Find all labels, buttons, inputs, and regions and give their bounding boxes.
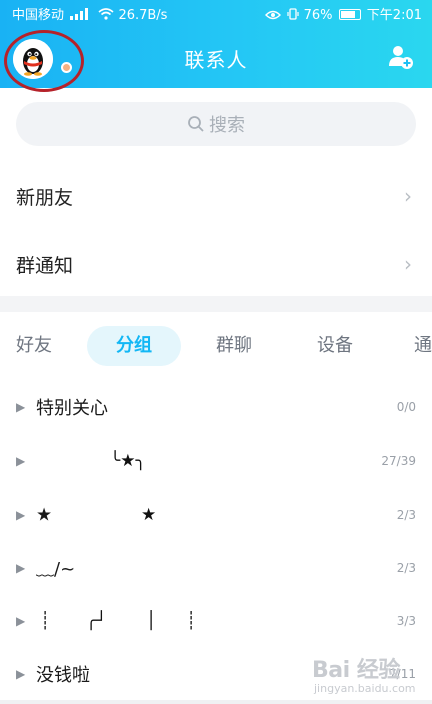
group-name: 特别关心	[36, 398, 108, 419]
chevron-right-icon: ›	[404, 184, 412, 208]
qq-penguin-icon	[13, 39, 53, 79]
list-item[interactable]: ▶ ★ ★ 2/3	[0, 488, 432, 542]
vibrate-icon	[287, 8, 300, 24]
group-name-symbol: ┊	[40, 611, 51, 631]
battery-icon	[338, 9, 361, 20]
expand-triangle-icon: ▶	[16, 561, 26, 575]
battery-percent: 76%	[303, 8, 333, 23]
group-notice-label: 群通知	[16, 254, 74, 277]
tab-groups[interactable]: 分组	[87, 326, 181, 366]
list-item[interactable]: ▶ 特别关心 0/0	[0, 380, 432, 434]
list-item[interactable]: ▶ ﹏/~ 2/3	[0, 541, 432, 595]
list-item[interactable]: ▶ ┊ ╭┘ │ ┊ 3/3	[0, 594, 432, 648]
tab-group-chats[interactable]: 群聊	[216, 322, 252, 370]
group-count: 2/3	[396, 508, 416, 522]
section-divider	[0, 296, 432, 312]
tab-friends[interactable]: 好友	[16, 322, 52, 370]
new-friends-label: 新朋友	[16, 186, 74, 209]
expand-triangle-icon: ▶	[16, 614, 26, 628]
search-icon	[188, 116, 204, 132]
status-dot	[61, 62, 72, 73]
add-contact-icon[interactable]	[388, 44, 414, 70]
new-friends-row[interactable]: 新朋友 ›	[0, 162, 432, 230]
signal-icon	[70, 8, 92, 24]
expand-triangle-icon: ▶	[16, 508, 26, 522]
net-speed: 26.7B/s	[118, 8, 168, 23]
avatar[interactable]	[13, 39, 53, 79]
group-name: ﹏/~	[36, 559, 76, 580]
eye-icon	[265, 9, 282, 24]
group-name-symbol: ┊	[186, 611, 197, 631]
wifi-icon	[98, 8, 114, 24]
profile-avatar-area[interactable]	[4, 30, 88, 96]
group-name-symbol: │	[146, 611, 157, 631]
carrier-label: 中国移动	[12, 8, 65, 23]
chevron-right-icon: ›	[404, 252, 412, 276]
divider	[0, 700, 432, 704]
list-item[interactable]: ▶ 没钱啦 7/11	[0, 647, 432, 701]
expand-triangle-icon: ▶	[16, 667, 26, 681]
group-count: 2/3	[396, 561, 416, 575]
expand-triangle-icon: ▶	[16, 454, 26, 468]
search-input[interactable]: 搜索	[16, 102, 416, 146]
list-item[interactable]: ▶ ╰★╮ 27/39	[0, 434, 432, 488]
status-bar: 中国移动 26.7B/s 76% 下午2:01	[0, 0, 432, 24]
group-count: 7/11	[389, 667, 416, 681]
expand-triangle-icon: ▶	[16, 400, 26, 414]
group-name-symbol: ╰★╮	[110, 451, 146, 471]
clock: 下午2:01	[366, 8, 422, 23]
group-name: ★	[36, 504, 53, 526]
group-count: 27/39	[381, 454, 416, 468]
tab-more[interactable]: 通	[414, 322, 432, 370]
tab-devices[interactable]: 设备	[317, 322, 353, 370]
group-count: 0/0	[396, 400, 416, 414]
group-count: 3/3	[396, 614, 416, 628]
contact-tabs: 好友 分组 群聊 设备 通	[0, 322, 432, 370]
group-notice-row[interactable]: 群通知 ›	[0, 230, 432, 298]
group-name: 没钱啦	[36, 665, 90, 686]
group-name-symbol: ╭┘	[86, 611, 107, 631]
search-placeholder: 搜索	[209, 115, 245, 136]
group-name-symbol: ★	[141, 505, 157, 525]
